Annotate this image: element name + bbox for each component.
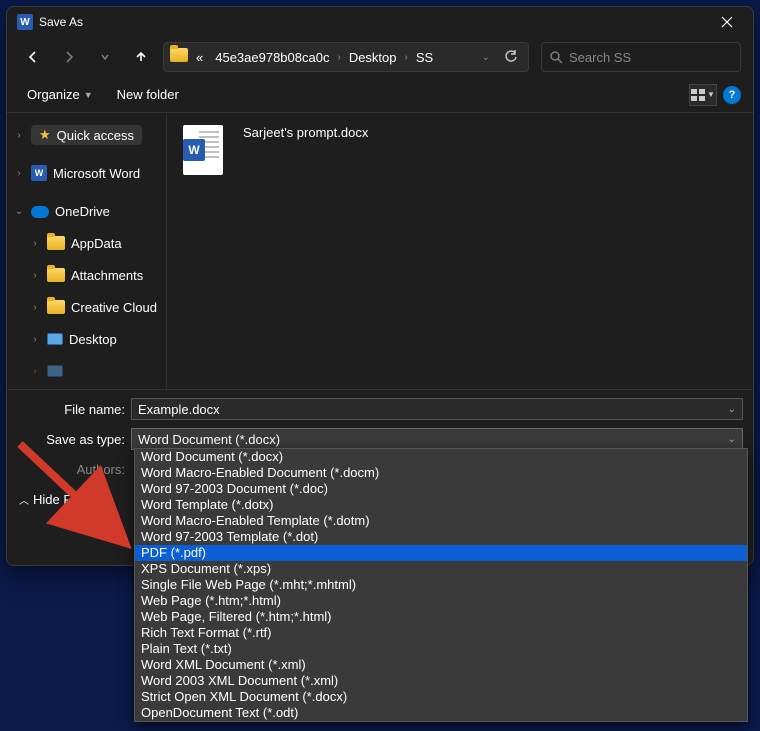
breadcrumb-overflow[interactable]: « <box>192 50 207 65</box>
save-type-option[interactable]: Rich Text Format (*.rtf) <box>135 625 747 641</box>
search-placeholder: Search SS <box>569 50 631 65</box>
sidebar-item-appdata[interactable]: ›AppData <box>7 227 166 259</box>
save-type-label: Save as type: <box>17 432 125 447</box>
forward-button[interactable] <box>55 43 83 71</box>
hide-folders-button[interactable]: ︿ Hide Folders <box>19 492 107 507</box>
save-type-option[interactable]: Word Template (*.dotx) <box>135 497 747 513</box>
save-type-option[interactable]: Single File Web Page (*.mht;*.mhtml) <box>135 577 747 593</box>
breadcrumb-1[interactable]: 45e3ae978b08ca0c <box>211 50 333 65</box>
file-name-input[interactable]: Example.docx ⌄ <box>131 398 743 420</box>
chevron-down-icon[interactable]: ⌄ <box>728 434 736 445</box>
folder-icon <box>47 365 63 377</box>
sidebar-item-word[interactable]: › W Microsoft Word <box>7 157 166 189</box>
file-item[interactable]: W <box>179 125 227 175</box>
folder-icon <box>47 300 65 314</box>
chevron-up-icon: ︿ <box>19 492 29 507</box>
save-type-option[interactable]: Web Page, Filtered (*.htm;*.html) <box>135 609 747 625</box>
star-icon: ★ <box>39 127 51 143</box>
save-type-option[interactable]: Word 97-2003 Document (*.doc) <box>135 481 747 497</box>
save-type-option[interactable]: Word 2003 XML Document (*.xml) <box>135 673 747 689</box>
chevron-down-icon[interactable]: ⌄ <box>728 404 736 415</box>
save-type-options-list[interactable]: Word Document (*.docx)Word Macro-Enabled… <box>134 448 748 722</box>
save-type-option[interactable]: Web Page (*.htm;*.html) <box>135 593 747 609</box>
new-folder-button[interactable]: New folder <box>109 83 187 106</box>
word-app-icon: W <box>17 14 33 30</box>
folder-icon <box>170 48 188 66</box>
up-button[interactable] <box>127 43 155 71</box>
save-type-option[interactable]: OpenDocument Text (*.odt) <box>135 705 747 721</box>
organize-button[interactable]: Organize▼ <box>19 83 101 106</box>
save-type-option[interactable]: Word Macro-Enabled Document (*.docm) <box>135 465 747 481</box>
cloud-icon <box>31 206 49 218</box>
recent-button[interactable] <box>91 43 119 71</box>
back-button[interactable] <box>19 43 47 71</box>
sidebar-item-creative[interactable]: ›Creative Cloud <box>7 291 166 323</box>
refresh-button[interactable] <box>504 50 518 64</box>
chevron-right-icon: › <box>13 130 25 141</box>
chevron-right-icon: › <box>405 52 408 63</box>
folder-icon <box>47 236 65 250</box>
window-title: Save As <box>39 15 705 29</box>
desktop-icon <box>47 333 63 345</box>
titlebar: W Save As <box>7 7 753 37</box>
address-bar[interactable]: « 45e3ae978b08ca0c › Desktop › SS ⌄ <box>163 42 529 72</box>
folder-icon <box>47 268 65 282</box>
search-icon <box>550 51 563 64</box>
save-type-option[interactable]: Word 97-2003 Template (*.dot) <box>135 529 747 545</box>
navbar: « 45e3ae978b08ca0c › Desktop › SS ⌄ Sear… <box>7 37 753 77</box>
save-type-option[interactable]: Word XML Document (*.xml) <box>135 657 747 673</box>
toolbar: Organize▼ New folder ▼ ? <box>7 77 753 113</box>
save-type-option[interactable]: Plain Text (*.txt) <box>135 641 747 657</box>
file-list[interactable]: W Sarjeet's prompt.docx <box>167 113 753 389</box>
docx-icon: W <box>183 125 223 175</box>
sidebar-item-onedrive[interactable]: ⌄ OneDrive <box>7 195 166 227</box>
search-input[interactable]: Search SS <box>541 42 741 72</box>
chevron-right-icon: › <box>337 52 340 63</box>
sidebar-item-quick-access[interactable]: › ★Quick access <box>7 119 166 151</box>
chevron-right-icon: › <box>13 168 25 179</box>
chevron-down-icon[interactable]: ⌄ <box>482 52 490 63</box>
authors-label: Authors: <box>17 462 125 477</box>
breadcrumb-3[interactable]: SS <box>412 50 437 65</box>
close-button[interactable] <box>705 7 749 37</box>
word-icon: W <box>31 165 47 181</box>
file-name-label: File name: <box>17 402 125 417</box>
breadcrumb-2[interactable]: Desktop <box>345 50 401 65</box>
save-type-option[interactable]: PDF (*.pdf) <box>135 545 747 561</box>
dialog-body: › ★Quick access › W Microsoft Word ⌄ One… <box>7 113 753 389</box>
file-name[interactable]: Sarjeet's prompt.docx <box>243 125 368 140</box>
sidebar-item-desktop[interactable]: ›Desktop <box>7 323 166 355</box>
save-type-option[interactable]: XPS Document (*.xps) <box>135 561 747 577</box>
sidebar: › ★Quick access › W Microsoft Word ⌄ One… <box>7 113 167 389</box>
save-type-option[interactable]: Word Document (*.docx) <box>135 449 747 465</box>
help-button[interactable]: ? <box>723 86 741 104</box>
save-type-dropdown[interactable]: Word Document (*.docx) ⌄ <box>131 428 743 450</box>
save-type-option[interactable]: Word Macro-Enabled Template (*.dotm) <box>135 513 747 529</box>
view-button[interactable]: ▼ <box>689 84 717 106</box>
sidebar-item-more[interactable]: › <box>7 355 166 387</box>
chevron-down-icon: ⌄ <box>13 206 25 217</box>
save-type-option[interactable]: Strict Open XML Document (*.docx) <box>135 689 747 705</box>
sidebar-item-attachments[interactable]: ›Attachments <box>7 259 166 291</box>
